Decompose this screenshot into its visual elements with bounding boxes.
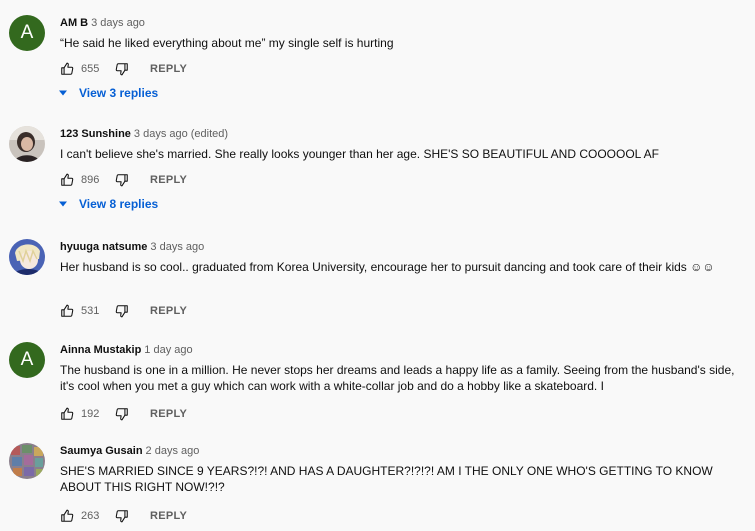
avatar-photo-icon [9, 126, 45, 162]
author-name[interactable]: 123 Sunshine [60, 128, 131, 140]
comment-text: “He said he liked everything about me” m… [60, 36, 394, 50]
author-name[interactable]: AM B [60, 17, 88, 29]
thumbs-up-icon[interactable] [60, 509, 74, 523]
like-count: 896 [81, 174, 100, 186]
comment-time[interactable]: 1 day ago [144, 344, 192, 356]
reply-button[interactable]: REPLY [150, 174, 187, 186]
avatar[interactable]: A [9, 15, 45, 51]
thumbs-up-icon[interactable] [60, 173, 74, 187]
thumbs-down-icon[interactable] [115, 304, 129, 318]
reply-button[interactable]: REPLY [150, 510, 187, 522]
comment-text: The husband is one in a million. He neve… [60, 363, 735, 393]
edited-label: (edited) [190, 128, 229, 140]
thumbs-up-icon[interactable] [60, 62, 74, 76]
thumbs-down-icon[interactable] [115, 509, 129, 523]
thumbs-up-icon[interactable] [60, 407, 74, 421]
thumbs-down-icon[interactable] [115, 62, 129, 76]
caret-down-icon [59, 90, 67, 96]
thumbs-up-icon[interactable] [60, 304, 74, 318]
comment-thread: hyuuga natsume 3 days ago Her husband is … [0, 239, 755, 324]
comment-time[interactable]: 3 days ago [150, 241, 204, 253]
view-replies-label: View 8 replies [79, 197, 159, 211]
caret-down-icon [59, 201, 67, 207]
comment-header: Ainna Mustakip 1 day ago [60, 344, 193, 356]
reply-button[interactable]: REPLY [150, 408, 187, 420]
comment-time[interactable]: 3 days ago [134, 128, 188, 140]
comment-time[interactable]: 2 days ago [146, 445, 200, 457]
author-name[interactable]: Saumya Gusain [60, 445, 143, 457]
comment-header: AM B3 days ago [60, 17, 145, 29]
reply-button[interactable]: REPLY [150, 305, 187, 317]
comment-text: I can't believe she's married. She reall… [60, 147, 659, 161]
avatar-anime-icon [9, 239, 45, 275]
thumbs-down-icon[interactable] [115, 407, 129, 421]
comment-text: Her husband is so cool.. graduated from … [60, 260, 715, 274]
avatar[interactable] [9, 126, 45, 162]
avatar-collage-icon [9, 443, 45, 479]
like-count: 263 [81, 510, 100, 522]
comment-thread: 123 Sunshine 3 days ago (edited) I can't b… [0, 126, 755, 220]
comment-thread: A AM B3 days ago “He said he liked every… [0, 15, 755, 105]
avatar[interactable] [9, 443, 45, 479]
author-name[interactable]: hyuuga natsume [60, 241, 147, 253]
reply-button[interactable]: REPLY [150, 63, 187, 75]
like-count: 531 [81, 305, 100, 317]
comment-thread: A Ainna Mustakip 1 day ago The husband is… [0, 342, 755, 427]
comment-header: hyuuga natsume 3 days ago [60, 241, 204, 253]
view-replies-label: View 3 replies [79, 86, 159, 100]
like-count: 192 [81, 408, 100, 420]
avatar[interactable]: A [9, 342, 45, 378]
comment-text: SHE'S MARRIED SINCE 9 YEARS?!?! AND HAS … [60, 464, 713, 494]
comment-time[interactable]: 3 days ago [91, 17, 145, 29]
thumbs-down-icon[interactable] [115, 173, 129, 187]
author-name[interactable]: Ainna Mustakip [60, 344, 141, 356]
comment-header: 123 Sunshine 3 days ago (edited) [60, 128, 228, 140]
avatar[interactable] [9, 239, 45, 275]
comment-header: Saumya Gusain 2 days ago [60, 445, 199, 457]
comment-thread: Saumya Gusain 2 days ago SHE'S MARRIED SI… [0, 443, 755, 528]
like-count: 655 [81, 63, 100, 75]
